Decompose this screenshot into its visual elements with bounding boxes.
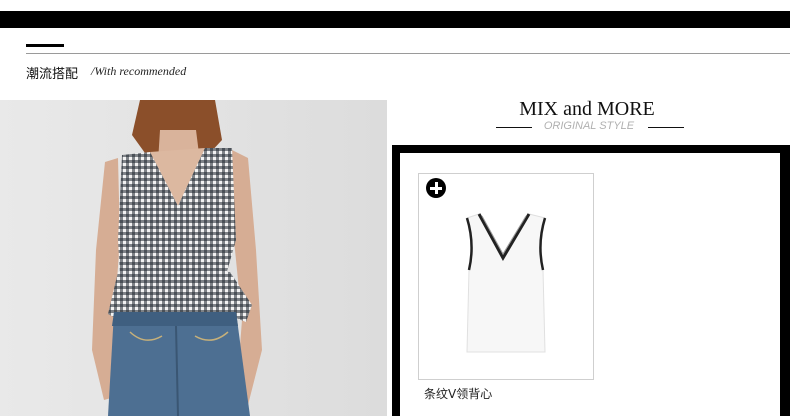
section-accent-bar <box>26 44 64 47</box>
section-divider <box>26 53 790 54</box>
section-title: 潮流搭配 <box>26 67 79 82</box>
model-photo <box>0 100 387 416</box>
top-bar <box>0 11 790 28</box>
mix-subtitle: ORIGINAL STYLE <box>543 120 635 132</box>
section-subtitle: /With recommended <box>91 64 187 78</box>
add-plus-icon[interactable] <box>426 178 446 198</box>
product-card[interactable] <box>418 173 594 380</box>
product-image[interactable] <box>419 174 593 379</box>
product-name[interactable]: 条纹V领背心 <box>424 385 492 402</box>
mix-divider-left <box>496 127 532 128</box>
mix-title: MIX and MORE <box>519 98 655 120</box>
model-illustration <box>0 100 387 416</box>
mix-divider-right <box>648 127 684 128</box>
